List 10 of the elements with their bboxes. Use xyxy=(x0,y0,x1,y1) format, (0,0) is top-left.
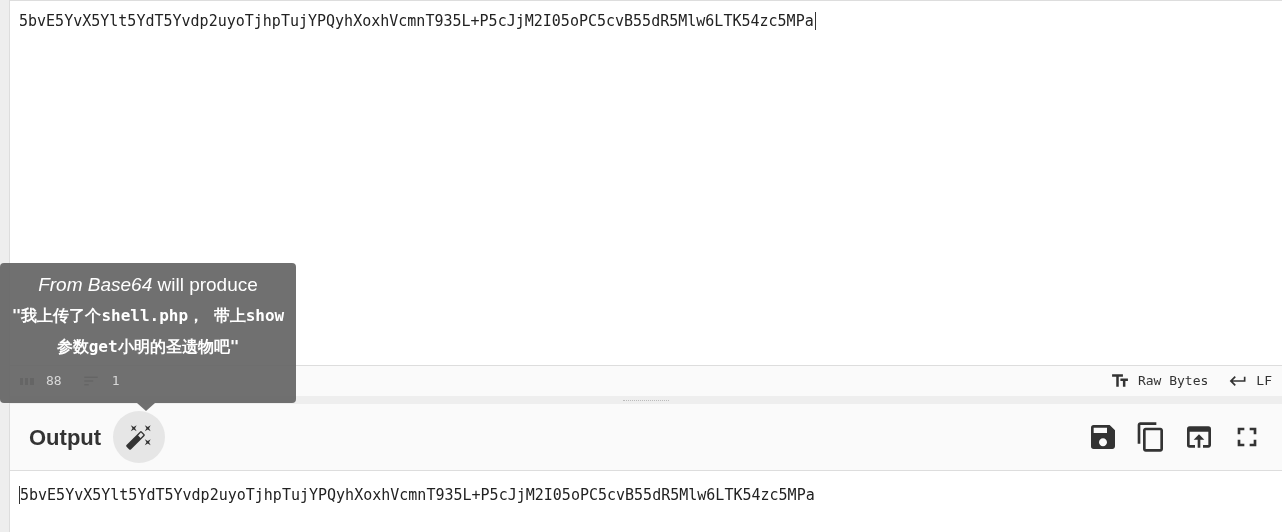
eol-label[interactable]: LF xyxy=(1256,371,1272,391)
output-title: Output xyxy=(29,423,102,452)
lines-count: 1 xyxy=(111,372,120,391)
encoding-label[interactable]: Raw Bytes xyxy=(1137,371,1209,391)
tooltip-result: "我上传了个shell.php， 带上show参数get小明的圣遗物吧" xyxy=(10,305,286,358)
input-text[interactable]: 5bvE5YvX5Ylt5YdT5Yvdp2uyoTjhpTujYPQyhXoxhVcmnT935L+P5cJjM2I05oPC5cvB55dR5Mlw6LTK54zc5MPa xyxy=(19,12,816,30)
tooltip-intro: From Base64 will produce xyxy=(37,273,259,297)
magic-wand-icon xyxy=(125,423,154,451)
length-count: 88 xyxy=(46,372,62,391)
output-text: 5bvE5YvX5Ylt5YdT5Yvdp2uyoTjhpTujYPQyhXoxhVcmnT935L+P5cJjM2I05oPC5cvB55dR5Mlw6LTK54zc5MPa xyxy=(19,486,815,504)
